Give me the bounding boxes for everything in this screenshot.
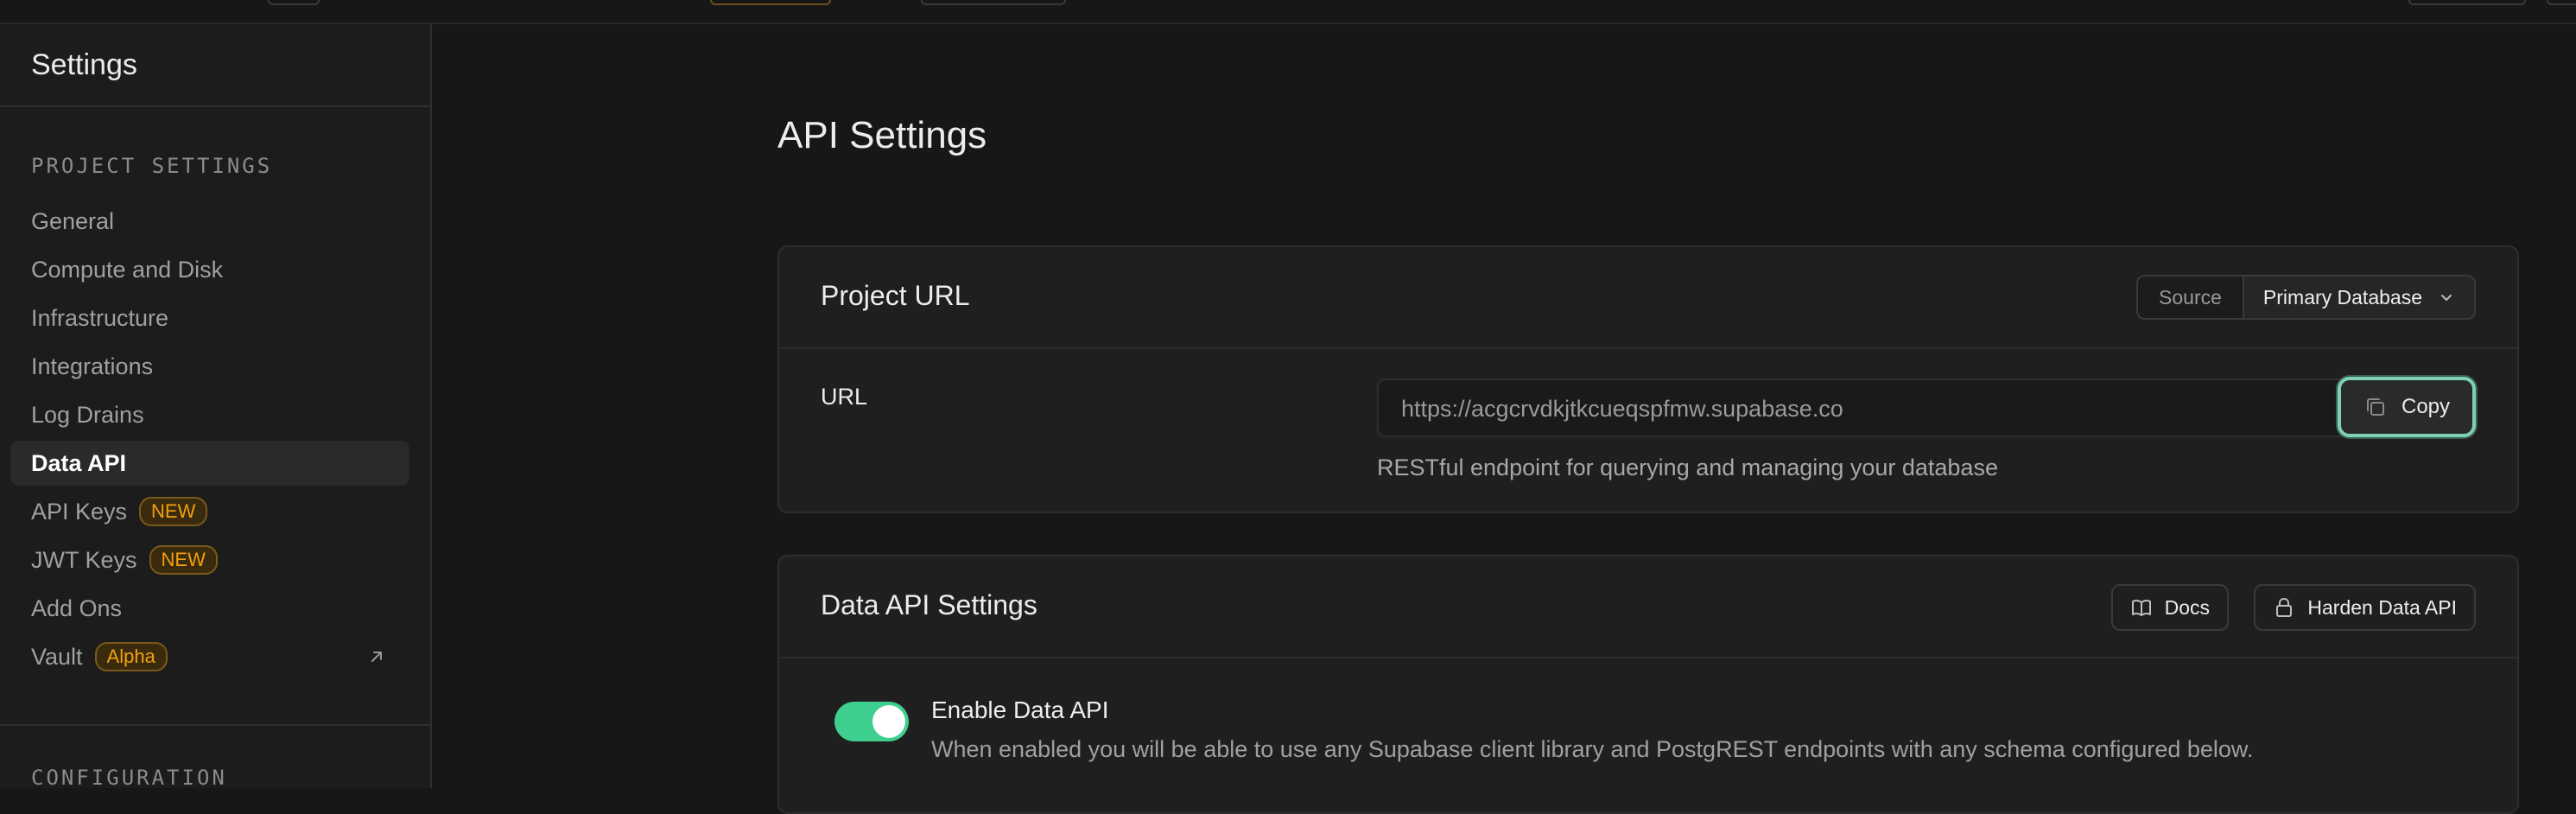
url-value: https://acgcrvdkjtkcueqspfmw.supabase.co [1401,396,1843,422]
docs-label: Docs [2164,595,2210,619]
topbar-button-fragment[interactable] [921,0,1066,5]
sidebar-item-label: Compute and Disk [31,256,224,283]
sidebar-item-label: Data API [31,449,127,476]
sidebar-item-vault[interactable]: Vault Alpha [10,634,409,679]
enable-data-api-label: Enable Data API [931,696,1109,723]
sidebar-item-label: JWT Keys [31,546,137,573]
sidebar-item-label: Add Ons [31,595,123,621]
topbar-badge-fragment [710,0,831,5]
source-label: Source [2138,277,2244,318]
sidebar-item-data-api[interactable]: Data API [10,441,409,486]
data-api-settings-card: Data API Settings Docs Harden Data API E… [777,555,2519,814]
new-badge: NEW [139,497,208,526]
sidebar-item-general[interactable]: General [10,199,409,244]
sidebar-item-add-ons[interactable]: Add Ons [10,586,409,631]
project-url-card: Project URL Source Primary Database URL … [777,245,2519,513]
section-label-configuration: CONFIGURATION [31,766,227,790]
sidebar-title: Settings [31,48,137,81]
source-selector: Source Primary Database [2136,275,2476,320]
top-bar [0,0,2576,24]
harden-label: Harden Data API [2307,595,2457,619]
url-label: URL [821,384,868,410]
sidebar-header: Settings [0,24,430,107]
sidebar-item-api-keys[interactable]: API Keys NEW [10,489,409,534]
sidebar-item-label: API Keys [31,498,128,525]
sidebar-item-label: General [31,207,115,234]
book-icon [2131,599,2151,616]
copy-label: Copy [2401,395,2451,418]
chevron-down-icon [2441,295,2452,301]
copy-button[interactable]: Copy [2338,377,2476,437]
url-help-text: RESTful endpoint for querying and managi… [1377,455,1998,480]
url-field[interactable]: https://acgcrvdkjtkcueqspfmw.supabase.co [1377,378,2472,437]
harden-data-api-button[interactable]: Harden Data API [2254,584,2476,631]
topbar-button-fragment[interactable] [2408,0,2526,5]
enable-data-api-toggle[interactable] [834,702,909,741]
sidebar-item-label: Integrations [31,353,154,379]
copy-icon [2366,398,2384,416]
docs-button[interactable]: Docs [2110,584,2229,631]
sidebar-item-log-drains[interactable]: Log Drains [10,392,409,437]
topbar-button-fragment[interactable] [268,0,320,5]
card-header: Project URL Source Primary Database [779,247,2517,349]
topbar-avatar-fragment[interactable] [2547,0,2576,5]
main-content: API Settings Project URL Source Primary … [432,24,2576,814]
source-value: Primary Database [2262,285,2422,308]
sidebar-item-infrastructure[interactable]: Infrastructure [10,296,409,340]
section-label-project-settings: PROJECT SETTINGS [31,154,273,178]
card-title: Project URL [821,280,970,311]
sidebar-item-integrations[interactable]: Integrations [10,344,409,389]
external-link-icon [371,652,382,662]
sidebar-divider [0,724,430,726]
sidebar-item-compute-and-disk[interactable]: Compute and Disk [10,247,409,292]
enable-data-api-description: When enabled you will be able to use any… [931,736,2254,762]
settings-sidebar: Settings PROJECT SETTINGS General Comput… [0,24,432,790]
sidebar-item-label: Vault [31,643,83,670]
toggle-knob [872,705,905,738]
lock-icon [2276,597,2293,617]
sidebar-item-jwt-keys[interactable]: JWT Keys NEW [10,537,409,582]
card-header: Data API Settings Docs Harden Data API [779,556,2517,658]
sidebar-item-label: Infrastructure [31,304,169,331]
new-badge: NEW [149,545,218,575]
source-dropdown[interactable]: Primary Database [2243,277,2474,318]
sidebar-item-label: Log Drains [31,401,144,428]
page-title: API Settings [777,114,987,156]
card-title: Data API Settings [821,589,1037,620]
alpha-badge: Alpha [94,642,168,671]
